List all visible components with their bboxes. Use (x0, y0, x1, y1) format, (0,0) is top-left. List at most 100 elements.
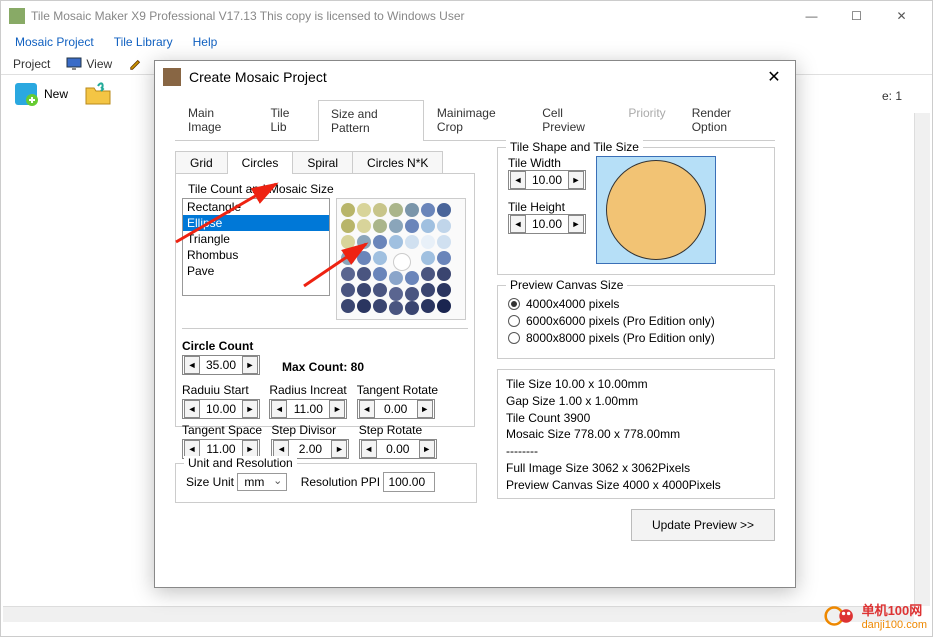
pattern-subtabs: Grid Circles Spiral Circles N*K (175, 151, 477, 174)
subtab-circles[interactable]: Circles (227, 151, 294, 174)
subtab-circles-nk[interactable]: Circles N*K (352, 151, 443, 174)
shape-item-rhombus[interactable]: Rhombus (183, 247, 329, 263)
window-title: Tile Mosaic Maker X9 Professional V17.13… (31, 9, 789, 23)
new-button-label: New (44, 87, 68, 101)
status-text: e: 1 (882, 89, 902, 103)
open-project-button[interactable] (77, 77, 119, 111)
tile-shape-preview (596, 156, 716, 264)
toolbar-view-label: View (58, 55, 120, 73)
circle-count-spinner[interactable]: ◄ 35.00 ► (182, 355, 260, 375)
tab-cell-preview[interactable]: Cell Preview (529, 99, 615, 140)
dialog-close-button[interactable]: ✕ (761, 64, 787, 90)
radio-icon (508, 298, 520, 310)
size-unit-select[interactable]: mm (237, 473, 287, 491)
info-line: Tile Count 3900 (506, 410, 766, 427)
menu-tile-library[interactable]: Tile Library (104, 33, 183, 51)
tab-mainimage-crop[interactable]: Mainimage Crop (424, 99, 529, 140)
menubar: Mosaic Project Tile Library Help (1, 31, 932, 53)
resolution-label: Resolution PPI (301, 475, 380, 489)
create-mosaic-dialog: Create Mosaic Project ✕ Main Image Tile … (154, 60, 796, 588)
toolbar-edit-icon (120, 55, 152, 73)
tile-shape-legend: Tile Shape and Tile Size (506, 140, 643, 154)
shape-listbox[interactable]: Rectangle Ellipse Triangle Rhombus Pave (182, 198, 330, 296)
tile-shape-group: Tile Shape and Tile Size Tile Width ◄10.… (497, 147, 775, 275)
canvas-opt-4000[interactable]: 4000x4000 pixels (508, 297, 764, 311)
circles-panel: Tile Count and Mosaic Size Rectangle Ell… (175, 173, 475, 427)
watermark-icon (824, 604, 858, 628)
info-box: Tile Size 10.00 x 10.00mm Gap Size 1.00 … (497, 369, 775, 499)
titlebar: Tile Mosaic Maker X9 Professional V17.13… (1, 1, 932, 31)
tile-count-label: Tile Count and Mosaic Size (188, 182, 468, 196)
shape-item-rectangle[interactable]: Rectangle (183, 199, 329, 215)
radius-start-spinner[interactable]: ◄10.00► (182, 399, 260, 419)
step-rotate-label: Step Rotate (359, 423, 437, 437)
minimize-button[interactable]: — (789, 2, 834, 30)
canvas-opt-6000[interactable]: 6000x6000 pixels (Pro Edition only) (508, 314, 764, 328)
circle-count-value[interactable]: 35.00 (201, 358, 241, 372)
tangent-rotate-spinner[interactable]: ◄0.00► (357, 399, 435, 419)
horizontal-scrollbar[interactable] (3, 606, 914, 622)
preview-canvas-legend: Preview Canvas Size (506, 278, 627, 292)
update-preview-button[interactable]: Update Preview >> (631, 509, 775, 541)
watermark-line1: 单机100网 (862, 600, 927, 619)
tile-height-label: Tile Height (508, 200, 586, 214)
step-divisor-label: Step Divisor (271, 423, 349, 437)
subtab-spiral[interactable]: Spiral (292, 151, 353, 174)
info-line: Mosaic Size 778.00 x 778.00mm (506, 426, 766, 443)
unit-resolution-legend: Unit and Resolution (184, 456, 297, 470)
maximize-button[interactable]: ☐ (834, 2, 879, 30)
step-rotate-spinner[interactable]: ◄0.00► (359, 439, 437, 459)
info-line: -------- (506, 443, 766, 460)
shape-item-pave[interactable]: Pave (183, 263, 329, 279)
shape-item-ellipse[interactable]: Ellipse (183, 215, 329, 231)
info-line: Preview Canvas Size 4000 x 4000Pixels (506, 477, 766, 494)
menu-help[interactable]: Help (183, 33, 228, 51)
tile-shape-circle (606, 160, 706, 260)
radius-start-label: Raduiu Start (182, 383, 260, 397)
info-line: Tile Size 10.00 x 10.00mm (506, 376, 766, 393)
info-line: Full Image Size 3062 x 3062Pixels (506, 460, 766, 477)
tile-width-label: Tile Width (508, 156, 586, 170)
tab-priority[interactable]: Priority (615, 99, 678, 140)
app-icon (9, 8, 25, 24)
pattern-preview (336, 198, 466, 320)
circle-count-inc[interactable]: ► (242, 356, 258, 374)
preview-canvas-group: Preview Canvas Size 4000x4000 pixels 600… (497, 285, 775, 359)
tab-main-image[interactable]: Main Image (175, 99, 258, 140)
subtab-grid[interactable]: Grid (175, 151, 228, 174)
dialog-tabs: Main Image Tile Lib Size and Pattern Mai… (175, 99, 775, 141)
vertical-scrollbar[interactable] (914, 113, 930, 606)
tangent-space-label: Tangent Space (182, 423, 262, 437)
dialog-icon (163, 68, 181, 86)
dialog-titlebar: Create Mosaic Project ✕ (155, 61, 795, 93)
shape-item-triangle[interactable]: Triangle (183, 231, 329, 247)
radio-icon (508, 315, 520, 327)
menu-mosaic-project[interactable]: Mosaic Project (5, 33, 104, 51)
new-project-button[interactable]: New (5, 77, 75, 111)
size-unit-label: Size Unit (186, 475, 234, 489)
toolbar-project-label: Project (5, 55, 58, 73)
info-line: Gap Size 1.00 x 1.00mm (506, 393, 766, 410)
resolution-input[interactable] (383, 472, 435, 492)
radio-icon (508, 332, 520, 344)
monitor-icon (66, 57, 82, 71)
radius-increat-label: Radius Increat (269, 383, 347, 397)
close-button[interactable]: ✕ (879, 2, 924, 30)
pencil-icon (128, 57, 144, 71)
canvas-opt-8000[interactable]: 8000x8000 pixels (Pro Edition only) (508, 331, 764, 345)
circle-count-label: Circle Count (182, 339, 260, 353)
tab-size-pattern[interactable]: Size and Pattern (318, 100, 424, 141)
radius-increat-spinner[interactable]: ◄11.00► (269, 399, 347, 419)
watermark-line2: danji100.com (862, 619, 927, 631)
tab-tile-lib[interactable]: Tile Lib (258, 99, 318, 140)
tangent-rotate-label: Tangent Rotate (357, 383, 438, 397)
tile-height-spinner[interactable]: ◄10.00► (508, 214, 586, 234)
dialog-title: Create Mosaic Project (189, 69, 761, 85)
unit-resolution-group: Unit and Resolution Size Unit mm Resolut… (175, 463, 477, 503)
folder-open-icon (84, 80, 112, 108)
max-count-label: Max Count: 80 (282, 360, 364, 377)
new-file-icon (12, 80, 40, 108)
circle-count-dec[interactable]: ◄ (184, 356, 200, 374)
tile-width-spinner[interactable]: ◄10.00► (508, 170, 586, 190)
tab-render-option[interactable]: Render Option (679, 99, 775, 140)
